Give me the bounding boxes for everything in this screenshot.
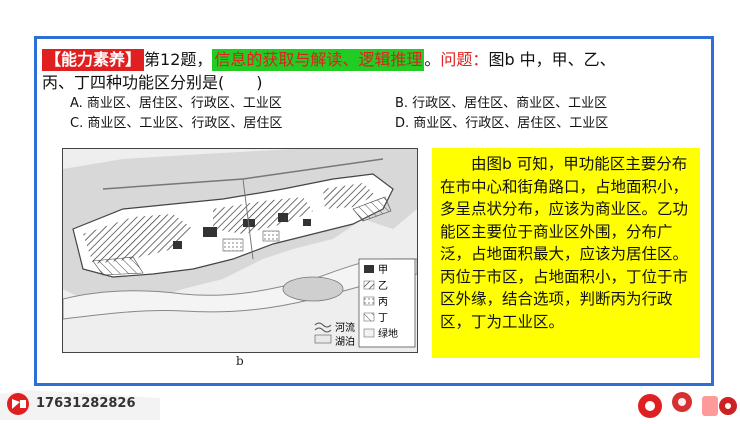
legend-ding: 丁 bbox=[378, 313, 388, 324]
legend-river: 河流 bbox=[335, 321, 355, 334]
prompt-label: 问题： bbox=[440, 50, 489, 69]
legend-jia: 甲 bbox=[378, 265, 388, 276]
question-header: 【能力素养】 第12题， 信息的获取与解读、逻辑推理 。问题：图b 中，甲、乙、 bbox=[42, 49, 616, 71]
map-caption: b bbox=[236, 354, 244, 368]
question-line-2: 丙、丁四种功能区分别是( ) bbox=[42, 73, 263, 92]
mascot-decoration-icon bbox=[638, 392, 737, 418]
corner-decoration bbox=[620, 376, 740, 420]
legend-lake: 湖泊 bbox=[335, 336, 355, 348]
period: 。 bbox=[424, 50, 441, 69]
option-b: B. 行政区、居住区、商业区、工业区 bbox=[395, 96, 608, 111]
legend-yi: 乙 bbox=[378, 280, 388, 292]
option-a: A. 商业区、居住区、行政区、工业区 bbox=[70, 96, 282, 111]
question-number: 第12题， bbox=[144, 50, 213, 69]
skill-highlight: 信息的获取与解读、逻辑推理 bbox=[212, 49, 425, 71]
map-illustration: 甲 乙 丙 丁 绿地 河流 湖泊 bbox=[63, 149, 417, 352]
ability-tag: 【能力素养】 bbox=[42, 49, 145, 71]
answer-text: 由图b 可知，甲功能区主要分布在市中心和街角路口，占地面积小，多呈点状分布，应该… bbox=[440, 155, 689, 331]
contact-phone: 17631282826 bbox=[36, 396, 136, 411]
prompt-text: 图b 中，甲、乙、 bbox=[488, 50, 616, 69]
legend-bing: 丙 bbox=[378, 297, 388, 308]
option-c: C. 商业区、工业区、行政区、居住区 bbox=[70, 116, 283, 131]
answer-explanation: 由图b 可知，甲功能区主要分布在市中心和街角路口，占地面积小，多呈点状分布，应该… bbox=[432, 148, 700, 358]
legend-green: 绿地 bbox=[378, 327, 398, 340]
option-d: D. 商业区、行政区、居住区、工业区 bbox=[395, 116, 609, 131]
city-map: 甲 乙 丙 丁 绿地 河流 湖泊 bbox=[62, 148, 418, 353]
